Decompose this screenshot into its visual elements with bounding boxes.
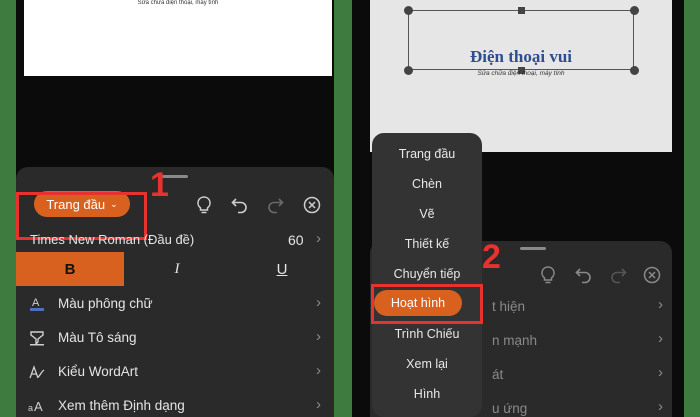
document-page: Sửa chữa điện thoại, máy tính <box>24 0 332 76</box>
partial-menu-label: át <box>492 367 504 382</box>
redo-icon[interactable] <box>608 265 628 285</box>
partial-menu-label: n mạnh <box>492 333 538 348</box>
resize-handle[interactable] <box>404 6 413 15</box>
tab-menu-item-slideshow[interactable]: Trình Chiếu <box>372 327 482 341</box>
tab-menu-item-shape[interactable]: Hình <box>372 387 482 401</box>
wordart-icon <box>28 364 46 380</box>
document-caption: Sửa chữa điện thoại, máy tính <box>137 0 219 6</box>
tab-menu-item-review[interactable]: Xem lại <box>372 357 482 371</box>
menu-item-highlight-color[interactable]: Màu Tô sáng › <box>16 321 334 355</box>
more-format-icon: aA <box>28 398 46 414</box>
underline-button[interactable]: U <box>230 252 334 286</box>
font-color-icon: A <box>28 296 46 312</box>
undo-icon[interactable] <box>574 265 594 285</box>
bold-button[interactable]: B <box>16 252 124 286</box>
slide-canvas: Điện thoại vui Sửa chữa điện thoại, máy … <box>370 0 672 152</box>
chevron-right-icon: › <box>316 328 321 345</box>
italic-button[interactable]: I <box>124 252 230 286</box>
chevron-right-icon: › <box>316 396 321 413</box>
menu-item-wordart[interactable]: Kiểu WordArt › <box>16 355 334 389</box>
menu-item-font-color[interactable]: A Màu phông chữ › <box>16 287 334 321</box>
undo-icon[interactable] <box>230 195 250 215</box>
tab-menu-item-transitions[interactable]: Chuyển tiếp <box>372 267 482 281</box>
chevron-right-icon: › <box>658 364 663 381</box>
left-screenshot: Sửa chữa điện thoại, máy tính Trang đầu … <box>16 0 334 417</box>
chevron-right-icon: › <box>658 296 663 313</box>
ribbon-tab-menu: Trang đầu Chèn Vẽ Thiết kế Chuyển tiếp T… <box>372 133 482 417</box>
text-format-row: B I U <box>16 252 334 286</box>
slide-title: Điện thoại vui <box>469 47 573 66</box>
tab-menu-item-design[interactable]: Thiết kế <box>372 237 482 251</box>
chevron-right-icon: › <box>316 294 321 311</box>
tab-menu-item-insert[interactable]: Chèn <box>372 177 482 191</box>
menu-item-label: Màu Tô sáng <box>58 330 137 345</box>
right-screenshot: Điện thoại vui Sửa chữa điện thoại, máy … <box>352 0 684 417</box>
chevron-right-icon: › <box>658 398 663 415</box>
chevron-right-icon: › <box>316 230 321 247</box>
menu-item-label: Kiểu WordArt <box>58 364 139 379</box>
lightbulb-icon[interactable] <box>194 195 214 215</box>
ribbon-toolbar: Trang đầu ⌄ <box>16 185 334 240</box>
step-number-2: 2 <box>482 238 501 276</box>
slide-subtitle: Sửa chữa điện thoại, máy tính <box>477 70 565 77</box>
partial-menu-label: t hiện <box>492 299 526 314</box>
close-icon[interactable] <box>302 195 322 215</box>
highlighter-icon <box>28 330 46 346</box>
menu-item-label: Màu phông chữ <box>58 296 153 311</box>
font-name: Times New Roman (Đầu đề) <box>30 232 195 247</box>
lightbulb-icon[interactable] <box>538 265 558 285</box>
step-number-1: 1 <box>150 166 169 204</box>
animations-highlight-box <box>371 284 483 324</box>
format-sheet: Trang đầu ⌄ Times New Roman (Đầu đề) 60 … <box>16 167 334 417</box>
close-icon[interactable] <box>642 265 662 285</box>
resize-handle[interactable] <box>630 6 639 15</box>
sheet-grabber[interactable] <box>520 247 546 250</box>
tab-menu-item-home[interactable]: Trang đầu <box>372 147 482 161</box>
redo-icon[interactable] <box>265 195 285 215</box>
partial-menu-label: u ứng <box>492 401 528 416</box>
font-selector-row[interactable]: Times New Roman (Đầu đề) 60 › <box>16 225 334 253</box>
svg-text:a: a <box>28 403 33 413</box>
menu-item-more-format[interactable]: aA Xem thêm Định dạng › <box>16 389 334 417</box>
tab-menu-item-draw[interactable]: Vẽ <box>372 207 482 221</box>
svg-text:A: A <box>34 399 43 414</box>
menu-item-label: Xem thêm Định dạng <box>58 398 185 413</box>
svg-text:A: A <box>32 297 40 309</box>
chevron-right-icon: › <box>658 330 663 347</box>
resize-handle[interactable] <box>518 7 525 14</box>
chevron-right-icon: › <box>316 362 321 379</box>
font-size: 60 <box>288 232 304 248</box>
